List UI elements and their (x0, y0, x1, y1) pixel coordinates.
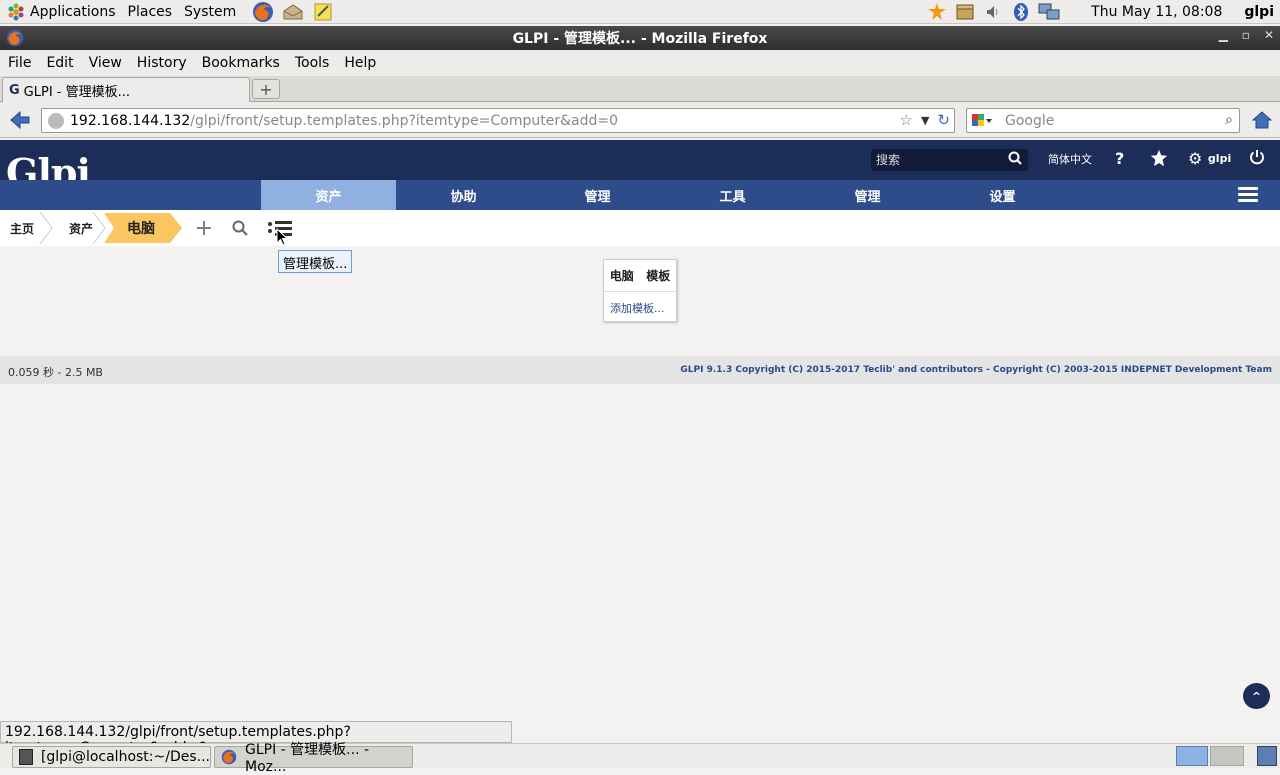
breadcrumb-computers[interactable]: 电脑 (127, 210, 155, 246)
task-firefox[interactable]: GLPI - 管理模板... - Moz... (214, 742, 413, 775)
new-tab-button[interactable]: + (252, 79, 280, 99)
package-icon[interactable] (954, 2, 976, 22)
menu-management[interactable]: 管理 (530, 180, 665, 210)
firefox-window-icon (6, 29, 24, 51)
help-icon[interactable]: ? (1115, 149, 1124, 168)
tab-strip: G GLPI - 管理模板... + (0, 76, 1280, 102)
site-identity-icon[interactable] (48, 112, 64, 129)
menu-history[interactable]: History (129, 55, 194, 71)
volume-icon[interactable] (982, 2, 1004, 22)
template-box: 电脑 模板 添加模板... (603, 259, 677, 322)
update-notifier-icon[interactable] (926, 2, 948, 22)
task-firefox-label: GLPI - 管理模板... - Moz... (245, 742, 370, 775)
applications-label: Applications (30, 3, 116, 20)
system-label: System (184, 3, 237, 20)
menu-setup[interactable]: 设置 (935, 180, 1070, 210)
glpi-footer: 0.059 秒 - 2.5 MB GLPI 9.1.3 Copyright (C… (0, 356, 1280, 384)
current-user: glpi (1207, 152, 1232, 165)
page-stats: 0.059 秒 - 2.5 MB (8, 366, 103, 379)
glpi-header: Glpi 简体中文 ? ⚙ glpi 资产 协助 管理 工具 管理 设置 (0, 140, 1280, 210)
add-template-link[interactable]: 添加模板... (610, 300, 665, 316)
global-search[interactable] (871, 149, 1028, 171)
menu-file[interactable]: File (0, 55, 38, 71)
gear-icon: ⚙ (1188, 149, 1203, 168)
bluetooth-icon[interactable] (1010, 2, 1032, 22)
navigation-toolbar: 192.168.144.132/glpi/front/setup.templat… (0, 102, 1280, 138)
system-menu[interactable]: System (178, 0, 242, 24)
firefox-launcher-icon[interactable] (252, 1, 274, 22)
plus-icon: + (259, 79, 273, 99)
places-menu[interactable]: Places (122, 0, 179, 24)
url-host: 192.168.144.132 (70, 112, 191, 129)
search-placeholder: Google (1005, 112, 1055, 129)
window-titlebar: GLPI - 管理模板... - Mozilla Firefox ▁ ▫ ✕ (0, 26, 1280, 50)
home-icon (1251, 111, 1273, 129)
mail-launcher-icon[interactable] (282, 2, 304, 22)
task-terminal[interactable]: [glpi@localhost:~/Des... (12, 746, 211, 768)
binoculars-icon[interactable]: ⌕ (1225, 112, 1233, 128)
copyright-link[interactable]: GLPI 9.1.3 Copyright (C) 2015-2017 Tecli… (680, 365, 1272, 375)
language-selector[interactable]: 简体中文 (1048, 151, 1092, 167)
menu-tools[interactable]: 工具 (665, 180, 800, 210)
menu-tools[interactable]: Tools (287, 55, 337, 71)
breadcrumb-home[interactable]: 主页 (10, 210, 34, 246)
search-icon[interactable] (1008, 151, 1022, 169)
system-tray: Thu May 11, 08:08 glpi (923, 0, 1280, 24)
back-button[interactable] (6, 108, 34, 132)
template-box-header: 电脑 模板 (604, 260, 676, 292)
search-icon[interactable] (230, 216, 250, 240)
breadcrumb-assets[interactable]: 资产 (69, 210, 93, 246)
menu-view[interactable]: View (81, 55, 129, 71)
mouse-cursor-icon (276, 228, 289, 246)
user-preferences[interactable]: ⚙ glpi (1188, 149, 1231, 168)
menu-administration[interactable]: 管理 (800, 180, 935, 210)
minimize-icon[interactable]: ▁ (1219, 28, 1228, 42)
places-label: Places (127, 3, 173, 20)
back-to-top-button[interactable]: ^ (1243, 683, 1270, 709)
glpi-favicon-icon: G (9, 82, 20, 98)
logout-power-icon[interactable] (1249, 149, 1265, 169)
url-bar[interactable]: 192.168.144.132/glpi/front/setup.templat… (41, 108, 955, 133)
back-arrow-icon (10, 110, 30, 130)
panel-user[interactable]: glpi (1244, 4, 1274, 20)
close-icon[interactable]: ✕ (1264, 28, 1274, 42)
show-desktop-icon[interactable] (1257, 746, 1277, 766)
tab-glpi[interactable]: G GLPI - 管理模板... (2, 77, 250, 102)
reload-icon[interactable]: ↻ (937, 111, 950, 129)
web-search-bar[interactable]: Google ⌕ (966, 108, 1240, 133)
menu-edit[interactable]: Edit (38, 55, 80, 71)
workspace-2[interactable] (1210, 746, 1244, 766)
menu-assistance[interactable]: 协助 (396, 180, 531, 210)
main-menu: 资产 协助 管理 工具 管理 设置 (0, 180, 1280, 210)
network-icon[interactable] (1038, 2, 1060, 22)
panel-clock[interactable]: Thu May 11, 08:08 (1091, 4, 1222, 20)
global-search-input[interactable] (876, 153, 1001, 167)
bottom-taskbar: [glpi@localhost:~/Des... GLPI - 管理模板... … (0, 742, 1280, 775)
url-dropdown-icon[interactable]: ▼ (921, 114, 929, 127)
google-engine-icon[interactable] (967, 109, 997, 132)
menu-assets[interactable]: 资产 (261, 180, 396, 210)
templates-tooltip: 管理模板... (278, 250, 353, 273)
task-terminal-label: [glpi@localhost:~/Des... (40, 749, 210, 765)
window-title: GLPI - 管理模板... - Mozilla Firefox (512, 31, 768, 47)
menu-help[interactable]: Help (336, 55, 383, 71)
maximize-icon[interactable]: ▫ (1242, 28, 1250, 42)
add-icon[interactable]: + (194, 216, 214, 241)
firefox-menubar: File Edit View History Bookmarks Tools H… (0, 50, 1280, 76)
applications-menu[interactable]: Applications (0, 0, 122, 24)
bookmark-star-icon[interactable]: ☆ (900, 111, 913, 129)
gnome-foot-icon (6, 2, 26, 22)
hamburger-menu-icon[interactable] (1238, 187, 1258, 203)
tab-title: GLPI - 管理模板... (23, 84, 131, 100)
url-path: /glpi/front/setup.templates.php?itemtype… (190, 112, 619, 129)
firefox-task-icon (221, 749, 237, 765)
gnome-top-panel: Applications Places System Thu May 11, 0… (0, 0, 1280, 24)
menu-bookmarks[interactable]: Bookmarks (194, 55, 287, 71)
breadcrumb: 主页 资产 电脑 + (0, 210, 1280, 246)
home-button[interactable] (1248, 108, 1276, 132)
terminal-icon (19, 749, 33, 765)
bookmark-star-icon[interactable] (1150, 149, 1168, 171)
workspace-1[interactable] (1176, 746, 1208, 766)
notes-launcher-icon[interactable] (312, 2, 334, 22)
